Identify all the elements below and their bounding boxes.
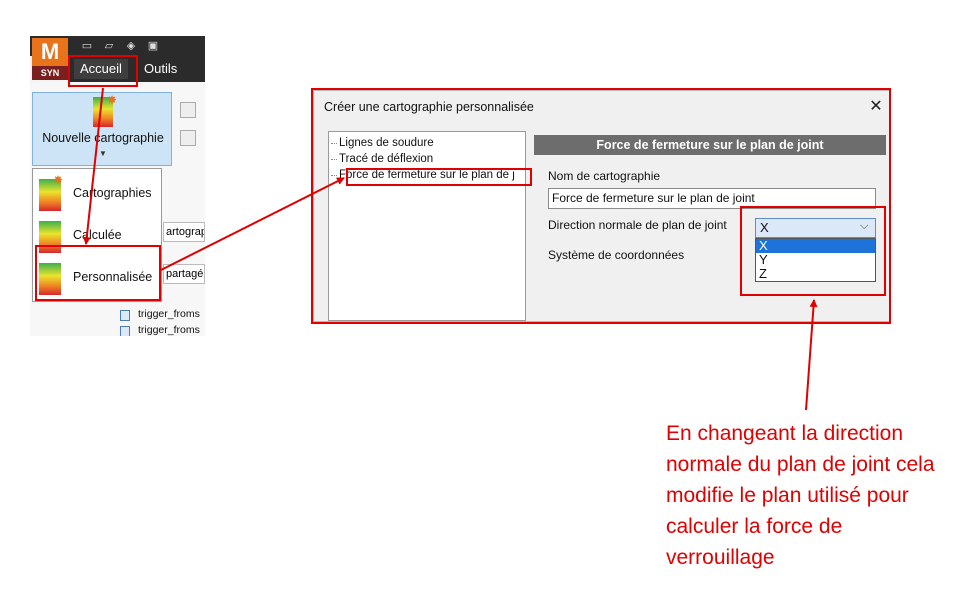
arrow-accueil-to-menu bbox=[82, 87, 104, 245]
arrow-menu-to-tree bbox=[160, 177, 345, 271]
annotation-note: En changeant la direction normale du pla… bbox=[666, 422, 935, 569]
arrow-note-to-direction bbox=[805, 299, 818, 411]
